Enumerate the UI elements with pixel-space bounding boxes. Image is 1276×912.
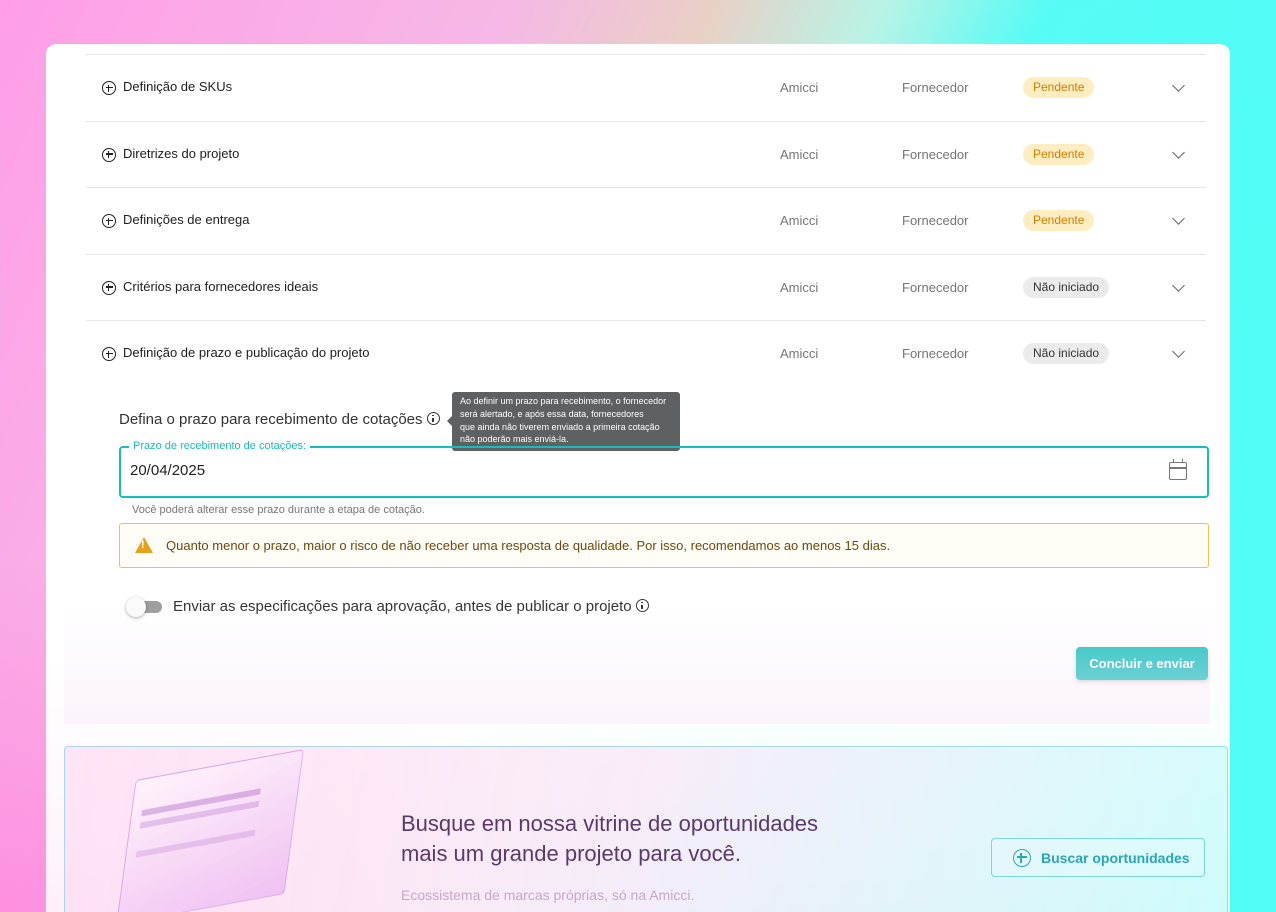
stage-row-guidelines[interactable]: Diretrizes do projeto Amicci Fornecedor … bbox=[86, 120, 1206, 188]
stage-title: Definição de SKUs bbox=[123, 79, 233, 94]
chevron-down-icon[interactable] bbox=[1172, 145, 1185, 159]
chevron-down-icon[interactable] bbox=[1172, 278, 1185, 292]
stage-responsible: Fornecedor bbox=[902, 146, 969, 162]
stage-responsible: Fornecedor bbox=[902, 346, 969, 361]
stage-responsible: Fornecedor bbox=[902, 279, 969, 295]
stages-list: Definição de SKUs Amicci Fornecedor Pend… bbox=[86, 54, 1206, 387]
calendar-icon[interactable] bbox=[1169, 459, 1187, 480]
warning-text: Quanto menor o prazo, maior o risco de n… bbox=[166, 538, 891, 553]
expand-circle-icon bbox=[102, 280, 116, 295]
banner-title-line: mais um grande projeto para você. bbox=[401, 841, 741, 866]
deadline-warning-alert: Quanto menor o prazo, maior o risco de n… bbox=[119, 523, 1209, 568]
stage-owner: Amicci bbox=[780, 146, 819, 162]
info-icon[interactable] bbox=[635, 599, 649, 612]
approval-toggle[interactable] bbox=[126, 597, 162, 617]
stage-owner: Amicci bbox=[780, 213, 819, 228]
expand-circle-icon bbox=[102, 147, 116, 162]
stage-title: Diretrizes do projeto bbox=[123, 145, 240, 161]
stage-owner: Amicci bbox=[780, 346, 819, 361]
deadline-tooltip: Ao definir um prazo para recebimento, o … bbox=[447, 392, 680, 451]
tooltip-line: não poderão mais enviá-la. bbox=[460, 434, 569, 445]
status-badge: Não iniciado bbox=[1023, 276, 1110, 298]
laptop-mockup-illustration bbox=[116, 748, 304, 912]
status-badge: Pendente bbox=[1023, 77, 1095, 98]
stage-owner: Amicci bbox=[780, 80, 819, 95]
plus-circle-icon bbox=[1013, 849, 1031, 867]
search-opportunities-button[interactable]: Buscar oportunidades bbox=[991, 838, 1205, 877]
deadline-date-field[interactable]: Prazo de recebimento de cotações: bbox=[119, 440, 1209, 498]
banner-subtitle: Ecossistema de marcas próprias, só na Am… bbox=[401, 887, 695, 903]
stage-row-deadline-publication[interactable]: Definição de prazo e publicação do proje… bbox=[86, 320, 1206, 387]
stage-row-skus[interactable]: Definição de SKUs Amicci Fornecedor Pend… bbox=[86, 54, 1206, 121]
stage-row-supplier-criteria[interactable]: Critérios para fornecedores ideais Amicc… bbox=[86, 253, 1206, 321]
expand-circle-icon bbox=[102, 214, 116, 228]
deadline-date-input[interactable] bbox=[130, 462, 1030, 479]
deadline-heading-text: Defina o prazo para recebimento de cotaç… bbox=[119, 411, 423, 428]
submit-button[interactable]: Concluir e enviar bbox=[1076, 647, 1208, 680]
opportunities-banner: Busque em nossa vitrine de oportunidades… bbox=[64, 746, 1228, 912]
search-opportunities-label: Buscar oportunidades bbox=[1041, 850, 1190, 866]
banner-title: Busque em nossa vitrine de oportunidades… bbox=[401, 809, 818, 869]
stage-owner: Amicci bbox=[780, 279, 819, 295]
tooltip-line: será alertado, e após essa data, fornece… bbox=[460, 408, 644, 419]
deadline-field-label: Prazo de recebimento de cotações: bbox=[129, 440, 311, 452]
project-stages-card: Definição de SKUs Amicci Fornecedor Pend… bbox=[64, 44, 1210, 724]
chevron-down-icon[interactable] bbox=[1172, 212, 1185, 225]
chevron-down-icon[interactable] bbox=[1172, 79, 1185, 92]
info-icon[interactable] bbox=[426, 412, 440, 425]
deadline-helper-text: Você poderá alterar esse prazo durante a… bbox=[132, 504, 425, 516]
tooltip-line: que ainda não tiverem enviado a primeira… bbox=[460, 421, 660, 432]
warning-triangle-icon bbox=[135, 537, 153, 553]
deadline-heading: Defina o prazo para recebimento de cotaç… bbox=[119, 411, 440, 428]
approval-toggle-label: Enviar as especificações para aprovação,… bbox=[173, 598, 632, 615]
status-badge: Pendente bbox=[1023, 210, 1095, 231]
stage-title: Definições de entrega bbox=[123, 212, 250, 227]
stage-responsible: Fornecedor bbox=[902, 80, 969, 95]
stage-title: Definição de prazo e publicação do proje… bbox=[123, 345, 370, 360]
tooltip-line: Ao definir um prazo para recebimento, o … bbox=[460, 396, 667, 406]
stage-title: Critérios para fornecedores ideais bbox=[123, 278, 319, 294]
approval-toggle-label-wrap: Enviar as especificações para aprovação,… bbox=[173, 598, 649, 615]
banner-title-line: Busque em nossa vitrine de oportunidades bbox=[401, 811, 819, 836]
toggle-knob[interactable] bbox=[126, 597, 146, 617]
expand-circle-icon bbox=[102, 347, 116, 361]
expand-circle-icon bbox=[102, 81, 116, 95]
stage-responsible: Fornecedor bbox=[902, 213, 969, 228]
status-badge: Pendente bbox=[1023, 143, 1095, 165]
stage-row-delivery[interactable]: Definições de entrega Amicci Fornecedor … bbox=[86, 187, 1206, 254]
status-badge: Não iniciado bbox=[1023, 343, 1110, 364]
chevron-down-icon[interactable] bbox=[1172, 345, 1185, 358]
